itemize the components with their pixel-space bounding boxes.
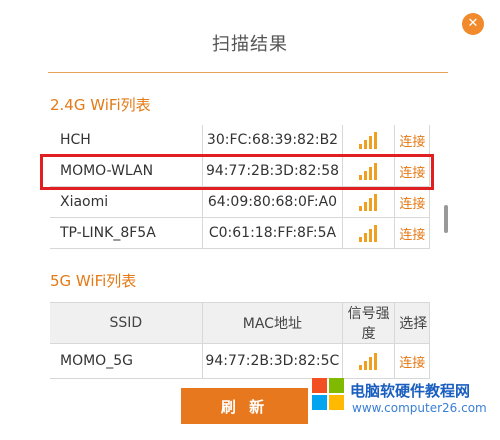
ssid-cell: HCH	[50, 125, 203, 156]
signal-strength-icon	[358, 224, 379, 242]
connect-link[interactable]: 连接	[399, 356, 425, 371]
action-cell: 连接	[394, 217, 430, 249]
table-row: HCH 30:FC:68:39:82:B2 连接	[50, 125, 430, 156]
signal-strength-icon	[358, 352, 379, 370]
mac-cell: 64:09:80:68:0F:A0	[201, 186, 344, 218]
table-header-row: SSID MAC地址 信号强度 选择	[50, 302, 430, 344]
dialog-title: 扫描结果	[212, 34, 288, 55]
mac-cell: 94:77:2B:3D:82:5C	[201, 343, 343, 379]
signal-cell	[342, 186, 396, 218]
refresh-button[interactable]: 刷 新	[181, 388, 308, 424]
title-divider	[48, 72, 448, 73]
watermark-title: 电脑软硬件教程网	[350, 382, 471, 400]
table-row: TP-LINK_8F5A C0:61:18:FF:8F:5A 连接	[50, 217, 430, 249]
signal-cell	[342, 217, 396, 249]
wifi-5g-table: SSID MAC地址 信号强度 选择 MOMO_5G 94:77:2B:3D:8…	[50, 302, 430, 379]
table-row: MOMO_5G 94:77:2B:3D:82:5C 连接	[50, 343, 430, 379]
ssid-cell: MOMO_5G	[50, 343, 203, 379]
ssid-cell: Xiaomi	[50, 186, 203, 218]
watermark-url: www.computer26.com	[352, 401, 487, 415]
signal-strength-icon	[358, 193, 379, 211]
mac-cell: C0:61:18:FF:8F:5A	[201, 217, 344, 249]
connect-link[interactable]: 连接	[399, 135, 425, 150]
column-header-signal: 信号强度	[341, 302, 396, 344]
mac-cell: 30:FC:68:39:82:B2	[201, 125, 344, 156]
close-icon: ✕	[467, 16, 479, 31]
column-header-mac: MAC地址	[201, 302, 343, 344]
list-scrollbar[interactable]	[444, 205, 448, 233]
action-cell: 连接	[394, 125, 430, 156]
action-cell: 连接	[394, 186, 430, 218]
wifi-24g-heading: 2.4G WiFi列表	[50, 96, 151, 114]
signal-cell	[342, 125, 396, 156]
column-header-select: 选择	[394, 302, 430, 344]
table-row: Xiaomi 64:09:80:68:0F:A0 连接	[50, 186, 430, 218]
windows-logo-icon	[312, 378, 346, 412]
selected-network-highlight	[40, 154, 434, 190]
connect-link[interactable]: 连接	[399, 228, 425, 243]
connect-link[interactable]: 连接	[399, 197, 425, 212]
signal-cell	[341, 343, 396, 379]
column-header-ssid: SSID	[50, 302, 203, 344]
signal-strength-icon	[358, 131, 379, 149]
ssid-cell: TP-LINK_8F5A	[50, 217, 203, 249]
action-cell: 连接	[394, 343, 430, 379]
wifi-5g-heading: 5G WiFi列表	[50, 272, 137, 290]
